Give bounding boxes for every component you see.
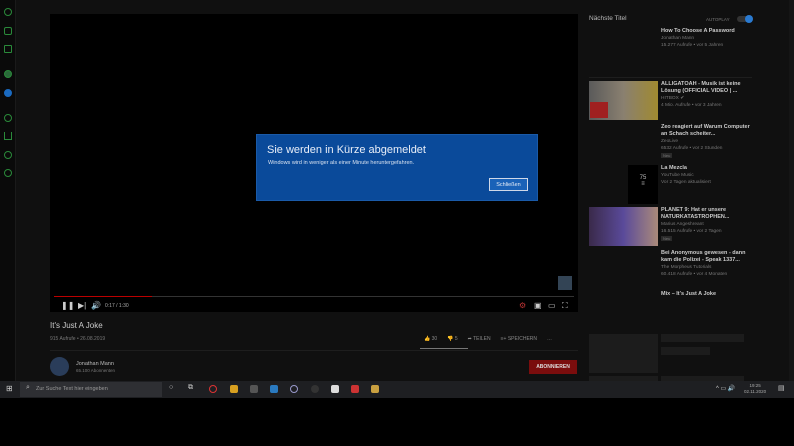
time-display: 0:17 / 1:30 bbox=[105, 303, 129, 309]
channel-name[interactable]: Jonathan Mann bbox=[76, 361, 114, 367]
cube-icon[interactable] bbox=[4, 151, 12, 159]
loading-placeholder bbox=[661, 347, 710, 355]
file-explorer-icon[interactable] bbox=[230, 385, 238, 393]
video-thumbnail[interactable] bbox=[589, 81, 658, 120]
store-icon[interactable] bbox=[250, 385, 258, 393]
settings-icon[interactable] bbox=[4, 169, 12, 177]
extension-sidebar bbox=[0, 0, 16, 381]
pause-icon[interactable]: ❚❚ bbox=[61, 301, 74, 310]
playlist-thumbnail[interactable]: 75 ≡ bbox=[628, 165, 658, 204]
video-title: It's Just A Joke bbox=[50, 321, 103, 330]
twitch-icon[interactable] bbox=[4, 45, 12, 53]
fullscreen-icon[interactable]: ⛶ bbox=[562, 301, 568, 311]
terminal-icon[interactable] bbox=[331, 385, 339, 393]
mail-icon[interactable] bbox=[270, 385, 278, 393]
list-item[interactable]: How To Choose A Password Jonathan Mann 1… bbox=[661, 28, 751, 49]
channel-watermark[interactable] bbox=[558, 276, 572, 290]
thumbs-up-icon: 👍 bbox=[424, 336, 432, 342]
subscriber-count: 65.100 Abonnenten bbox=[76, 368, 116, 373]
task-view-icon[interactable]: ⧉ bbox=[188, 384, 193, 392]
like-ratio-bar bbox=[420, 348, 468, 349]
list-item[interactable]: Bei Anonymous gewesen - dann kam die Pol… bbox=[661, 250, 751, 278]
screen: ❚❚ ▶| 🔊 0:17 / 1:30 ⚙ ▣ ▭ ⛶ It's Just A … bbox=[0, 0, 794, 398]
theater-icon[interactable]: ▭ bbox=[548, 301, 556, 310]
whatsapp-icon[interactable] bbox=[4, 70, 12, 78]
hitbox-logo bbox=[590, 102, 608, 118]
autoplay-toggle[interactable] bbox=[737, 15, 753, 23]
subscribe-button[interactable]: ABONNIEREN bbox=[529, 360, 577, 374]
shutdown-dialog: Sie werden in Kürze abgemeldet Windows w… bbox=[256, 134, 538, 201]
divider bbox=[589, 77, 752, 78]
app-icon[interactable] bbox=[290, 385, 298, 393]
playlist-icon: ≡ bbox=[641, 181, 645, 187]
save-button[interactable]: ≡+ SPEICHERN bbox=[501, 336, 537, 342]
video-meta: 915 Aufrufe • 26.08.2019 bbox=[50, 336, 106, 342]
next-icon[interactable]: ▶| bbox=[78, 301, 86, 310]
notifications-icon[interactable]: ▤ bbox=[778, 384, 785, 392]
share-button[interactable]: ➦ TEILEN bbox=[468, 336, 491, 342]
opera-icon[interactable] bbox=[209, 385, 217, 393]
up-next-heading: Nächste Titel bbox=[589, 15, 627, 22]
video-actions: 👍 30 👎 5 ➦ TEILEN ≡+ SPEICHERN … bbox=[424, 336, 552, 342]
divider bbox=[50, 350, 578, 351]
avatar[interactable] bbox=[50, 357, 69, 376]
list-item[interactable]: ALLIGATOAH - Musik ist keine Lösung (OFF… bbox=[661, 81, 751, 109]
keys-icon[interactable] bbox=[371, 385, 379, 393]
app-icon[interactable] bbox=[351, 385, 359, 393]
loading-placeholder bbox=[589, 334, 658, 373]
more-button[interactable]: … bbox=[547, 336, 552, 342]
new-badge: Neu bbox=[661, 236, 673, 241]
dialog-title: Sie werden in Kürze abgemeldet bbox=[267, 144, 426, 156]
tray-icons[interactable]: ^ ▭ 🔊 bbox=[716, 385, 735, 392]
list-item[interactable]: PLANET 9: Hat er unsere NATURKATASTROPHE… bbox=[661, 207, 751, 242]
search-icon: ⌕ bbox=[26, 384, 30, 391]
thumbs-down-icon: 👎 bbox=[447, 336, 455, 342]
progress-bar[interactable] bbox=[54, 296, 574, 297]
windows-start-icon[interactable]: ⊞ bbox=[6, 384, 13, 393]
clock-icon[interactable] bbox=[4, 114, 12, 122]
list-item[interactable]: Zeo reagiert auf Warum Computer an Schac… bbox=[661, 124, 751, 159]
steam-icon[interactable] bbox=[311, 385, 319, 393]
dialog-message: Windows wird in weniger als einer Minute… bbox=[268, 160, 415, 166]
dislike-button[interactable]: 👎 5 bbox=[447, 336, 457, 342]
scrollbar[interactable] bbox=[789, 0, 794, 381]
subtitles-icon[interactable]: ⚙ bbox=[519, 301, 526, 310]
video-thumbnail[interactable] bbox=[589, 207, 658, 246]
progress-fill bbox=[54, 296, 153, 297]
miniplayer-icon[interactable]: ▣ bbox=[534, 301, 542, 310]
taskbar: ⊞ Zur Suche Text hier eingeben ⌕ ○ ⧉ ^ ▭… bbox=[0, 381, 794, 398]
like-button[interactable]: 👍 30 bbox=[424, 336, 437, 342]
clock[interactable]: 19:25 02.11.2020 bbox=[744, 383, 766, 395]
close-button[interactable]: Schließen bbox=[489, 178, 528, 191]
volume-icon[interactable]: 🔊 bbox=[91, 301, 101, 310]
cortana-icon[interactable]: ○ bbox=[169, 384, 173, 391]
telegram-icon[interactable] bbox=[4, 89, 12, 97]
list-item[interactable]: Mix – It's Just A Joke bbox=[661, 291, 751, 298]
list-item[interactable]: La Mezcla YouTube Music Vor 2 Tagen aktu… bbox=[661, 165, 751, 186]
loading-placeholder bbox=[661, 334, 744, 342]
new-badge: Neu bbox=[661, 153, 673, 158]
download-icon[interactable] bbox=[4, 132, 12, 140]
playlist-add-icon: ≡+ bbox=[500, 336, 508, 342]
taskbar-search-input[interactable]: Zur Suche Text hier eingeben bbox=[20, 382, 162, 397]
history-icon[interactable] bbox=[4, 8, 12, 16]
shopping-icon[interactable] bbox=[4, 27, 12, 35]
autoplay-label: AUTOPLAY bbox=[706, 17, 730, 22]
